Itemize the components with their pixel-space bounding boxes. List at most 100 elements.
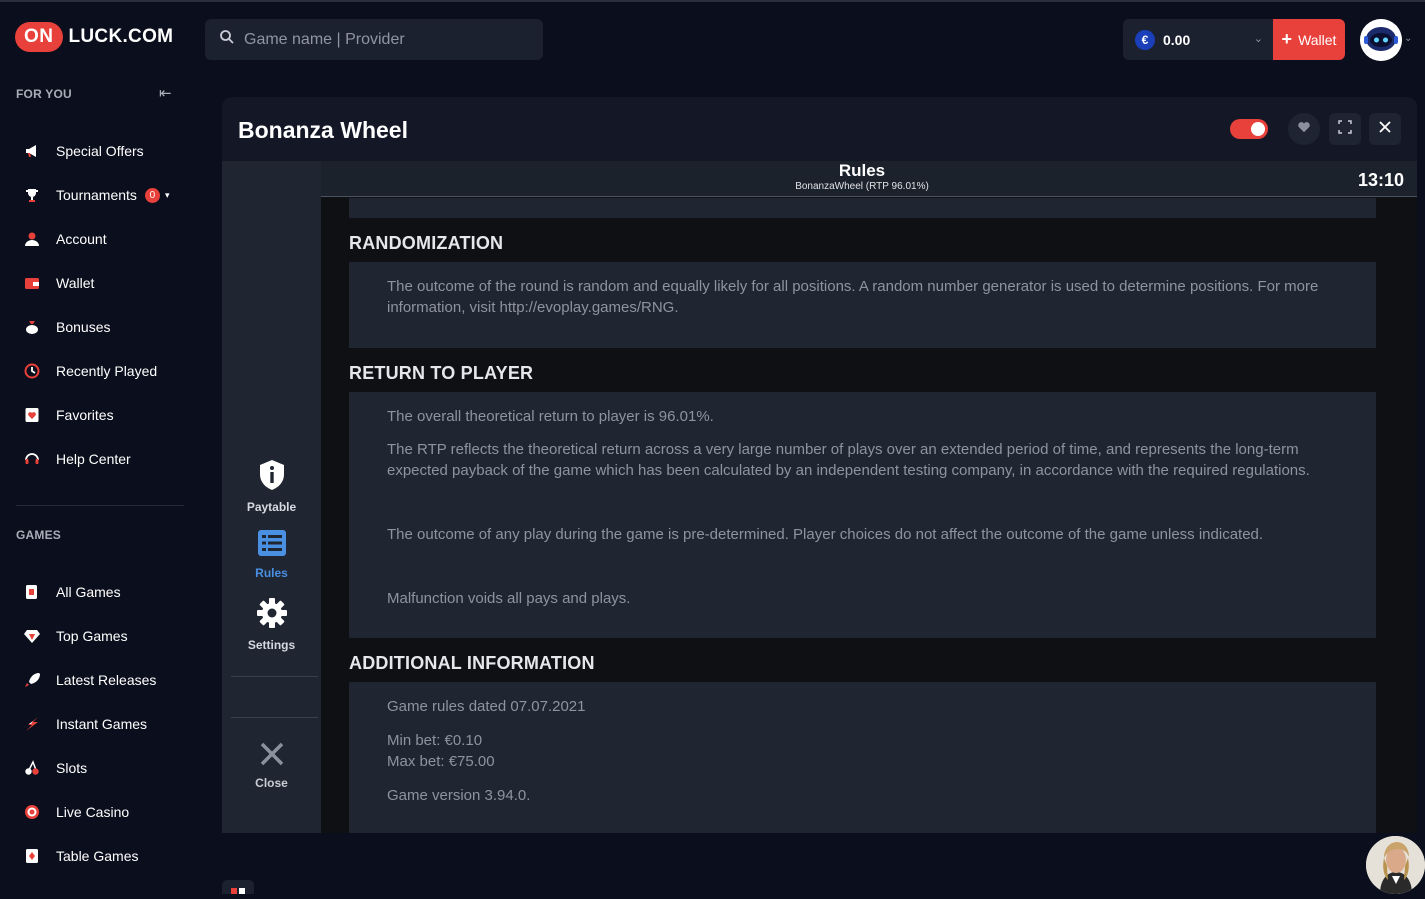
sidebar-item-label: Help Center xyxy=(56,451,131,467)
rules-subtitle: BonanzaWheel (RTP 96.01%) xyxy=(795,181,929,192)
rtp-text-2: The RTP reflects the theoretical return … xyxy=(387,441,1310,479)
logo-badge: ON xyxy=(15,22,63,52)
heart-card-icon xyxy=(22,405,42,425)
balance-value: 0.00 xyxy=(1163,31,1191,48)
sidebar-item-top-games[interactable]: Top Games xyxy=(22,625,128,647)
rtp-text-4: Malfunction voids all pays and plays. xyxy=(387,590,631,607)
clock-icon xyxy=(22,361,42,381)
rules-button[interactable]: Rules xyxy=(222,529,321,580)
logo-text: LUCK.COM xyxy=(68,26,174,47)
top-border xyxy=(0,0,1425,2)
chevron-down-icon: ⌄ xyxy=(1253,33,1263,45)
sidebar-item-table-games[interactable]: Table Games xyxy=(22,845,138,867)
support-chat-avatar[interactable] xyxy=(1366,836,1425,894)
sidebar-item-slots[interactable]: Slots xyxy=(22,757,87,779)
cards-icon xyxy=(22,582,42,602)
playing-card-icon xyxy=(22,846,42,866)
plus-icon: + xyxy=(1281,29,1293,49)
sidebar-divider xyxy=(16,505,184,506)
settings-label: Settings xyxy=(247,638,296,652)
game-title: Bonanza Wheel xyxy=(238,117,408,143)
close-icon xyxy=(1378,120,1392,139)
sidebar-item-label: Tournaments xyxy=(56,187,137,203)
section-box: The overall theoretical return to player… xyxy=(349,392,1376,638)
sidebar-item-label: Slots xyxy=(56,760,88,776)
section-heading: RETURN TO PLAYER xyxy=(349,363,534,383)
close-rules-button[interactable]: Close xyxy=(222,741,321,790)
search-bar[interactable] xyxy=(205,19,543,60)
sidebar-item-help-center[interactable]: Help Center xyxy=(22,448,131,470)
sidebar-item-account[interactable]: Account xyxy=(22,228,107,250)
for-you-title: FOR YOU xyxy=(16,87,72,101)
collapse-sidebar-icon[interactable]: ⇤ xyxy=(159,84,172,102)
sidebar-item-bonuses[interactable]: Bonuses xyxy=(22,316,110,338)
trophy-icon xyxy=(22,185,42,205)
close-icon xyxy=(259,741,285,772)
max-bet-text: Max bet: €75.00 xyxy=(387,753,495,770)
real-play-toggle[interactable] xyxy=(1230,119,1268,139)
sidebar-item-tournaments[interactable]: Tournaments 0 ▾ xyxy=(22,184,169,206)
lightning-icon xyxy=(22,714,42,734)
section-box: Game rules dated 07.07.2021 Min bet: €0.… xyxy=(349,682,1376,833)
sidebar-item-label: Live Casino xyxy=(56,804,130,820)
paytable-label: Paytable xyxy=(246,500,297,514)
chip-icon xyxy=(22,802,42,822)
sidebar-item-label: Special Offers xyxy=(56,143,144,159)
paytable-button[interactable]: Paytable xyxy=(222,459,321,514)
rail-divider xyxy=(231,676,318,677)
sidebar-item-label: Table Games xyxy=(56,848,139,864)
sidebar-item-live-casino[interactable]: Live Casino xyxy=(22,801,129,823)
balance-selector[interactable]: € 0.00 ⌄ xyxy=(1123,19,1273,60)
section-heading: ADDITIONAL INFORMATION xyxy=(349,653,595,673)
gear-icon xyxy=(256,597,288,634)
sidebar-item-label: Top Games xyxy=(56,628,128,644)
cherries-icon xyxy=(22,758,42,778)
settings-button[interactable]: Settings xyxy=(222,597,321,652)
close-label: Close xyxy=(255,776,288,790)
megaphone-icon xyxy=(22,141,42,161)
headset-icon xyxy=(22,449,42,469)
game-frame: Paytable Rules Settings Close Rules Bona… xyxy=(222,161,1417,833)
favorite-button[interactable] xyxy=(1288,113,1320,145)
previous-section-box xyxy=(349,198,1376,218)
money-bag-icon xyxy=(22,317,42,337)
sidebar-item-label: Instant Games xyxy=(56,716,148,732)
search-input[interactable] xyxy=(244,30,524,49)
sidebar-item-instant-games[interactable]: Instant Games xyxy=(22,713,147,735)
bottom-tab[interactable] xyxy=(222,880,254,894)
avatar-chevron-icon[interactable]: ⌄ xyxy=(1404,33,1412,44)
sidebar-item-latest-releases[interactable]: Latest Releases xyxy=(22,669,156,691)
heart-icon xyxy=(1297,120,1311,139)
user-avatar[interactable] xyxy=(1360,19,1402,61)
list-icon xyxy=(257,529,287,562)
game-version-text: Game version 3.94.0. xyxy=(387,787,531,804)
wallet-button[interactable]: + Wallet xyxy=(1273,19,1345,60)
wallet-icon xyxy=(22,273,42,293)
euro-icon: € xyxy=(1135,29,1155,50)
games-title: GAMES xyxy=(16,528,62,542)
game-clock: 13:10 xyxy=(1357,170,1404,190)
section-box: The outcome of the round is random and e… xyxy=(349,262,1376,348)
fullscreen-icon xyxy=(1338,119,1352,139)
sidebar-item-label: Recently Played xyxy=(56,363,158,379)
site-logo[interactable]: ON LUCK.COM xyxy=(15,22,173,52)
game-menu-rail: Paytable Rules Settings Close xyxy=(222,161,321,833)
min-bet-text: Min bet: €0.10 xyxy=(387,732,483,749)
sidebar-item-label: Latest Releases xyxy=(56,672,157,688)
wallet-button-label: Wallet xyxy=(1298,31,1337,48)
chevron-down-icon[interactable]: ▾ xyxy=(165,190,170,201)
sidebar-item-special-offers[interactable]: Special Offers xyxy=(22,140,144,162)
sidebar-item-favorites[interactable]: Favorites xyxy=(22,404,114,426)
close-game-button[interactable] xyxy=(1369,113,1401,145)
shield-info-icon xyxy=(258,459,286,496)
sidebar-item-wallet[interactable]: Wallet xyxy=(22,272,94,294)
sidebar-item-recently-played[interactable]: Recently Played xyxy=(22,360,157,382)
diamond-icon xyxy=(22,626,42,646)
fullscreen-button[interactable] xyxy=(1329,113,1361,145)
rules-title: Rules xyxy=(838,161,886,180)
rail-divider xyxy=(231,717,318,718)
sidebar-item-label: All Games xyxy=(56,584,121,600)
sidebar-item-all-games[interactable]: All Games xyxy=(22,581,121,603)
user-icon xyxy=(22,229,42,249)
rules-content[interactable]: RANDOMIZATION The outcome of the round i… xyxy=(321,198,1417,833)
